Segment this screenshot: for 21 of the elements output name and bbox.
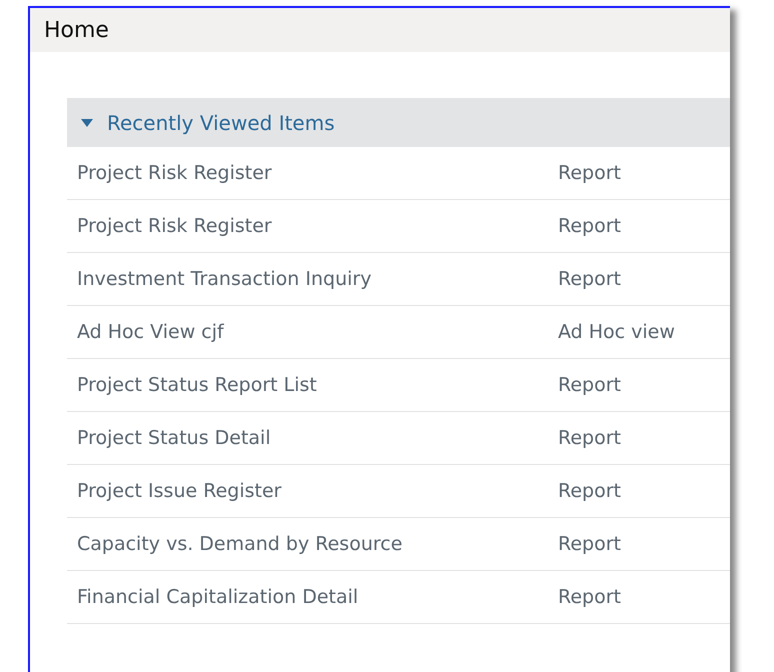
- item-type: Report: [558, 268, 621, 290]
- item-type: Report: [558, 427, 621, 449]
- item-type: Ad Hoc view: [558, 321, 675, 343]
- item-type: Report: [558, 374, 621, 396]
- section-header[interactable]: Recently Viewed Items: [67, 98, 730, 147]
- item-type: Report: [558, 162, 621, 184]
- item-link[interactable]: Ad Hoc View cjf: [67, 321, 558, 343]
- item-type: Report: [558, 533, 621, 555]
- item-link[interactable]: Financial Capitalization Detail: [67, 586, 558, 608]
- item-link[interactable]: Project Issue Register: [67, 480, 558, 502]
- item-link[interactable]: Project Status Detail: [67, 427, 558, 449]
- page-title: Home: [44, 18, 109, 42]
- item-type: Report: [558, 215, 621, 237]
- item-link[interactable]: Capacity vs. Demand by Resource: [67, 533, 558, 555]
- item-link[interactable]: Project Status Report List: [67, 374, 558, 396]
- item-link[interactable]: Project Risk Register: [67, 162, 558, 184]
- item-link[interactable]: Project Risk Register: [67, 215, 558, 237]
- item-type: Report: [558, 586, 621, 608]
- item-link[interactable]: Investment Transaction Inquiry: [67, 268, 558, 290]
- caret-down-icon: [81, 118, 93, 128]
- item-type: Report: [558, 480, 621, 502]
